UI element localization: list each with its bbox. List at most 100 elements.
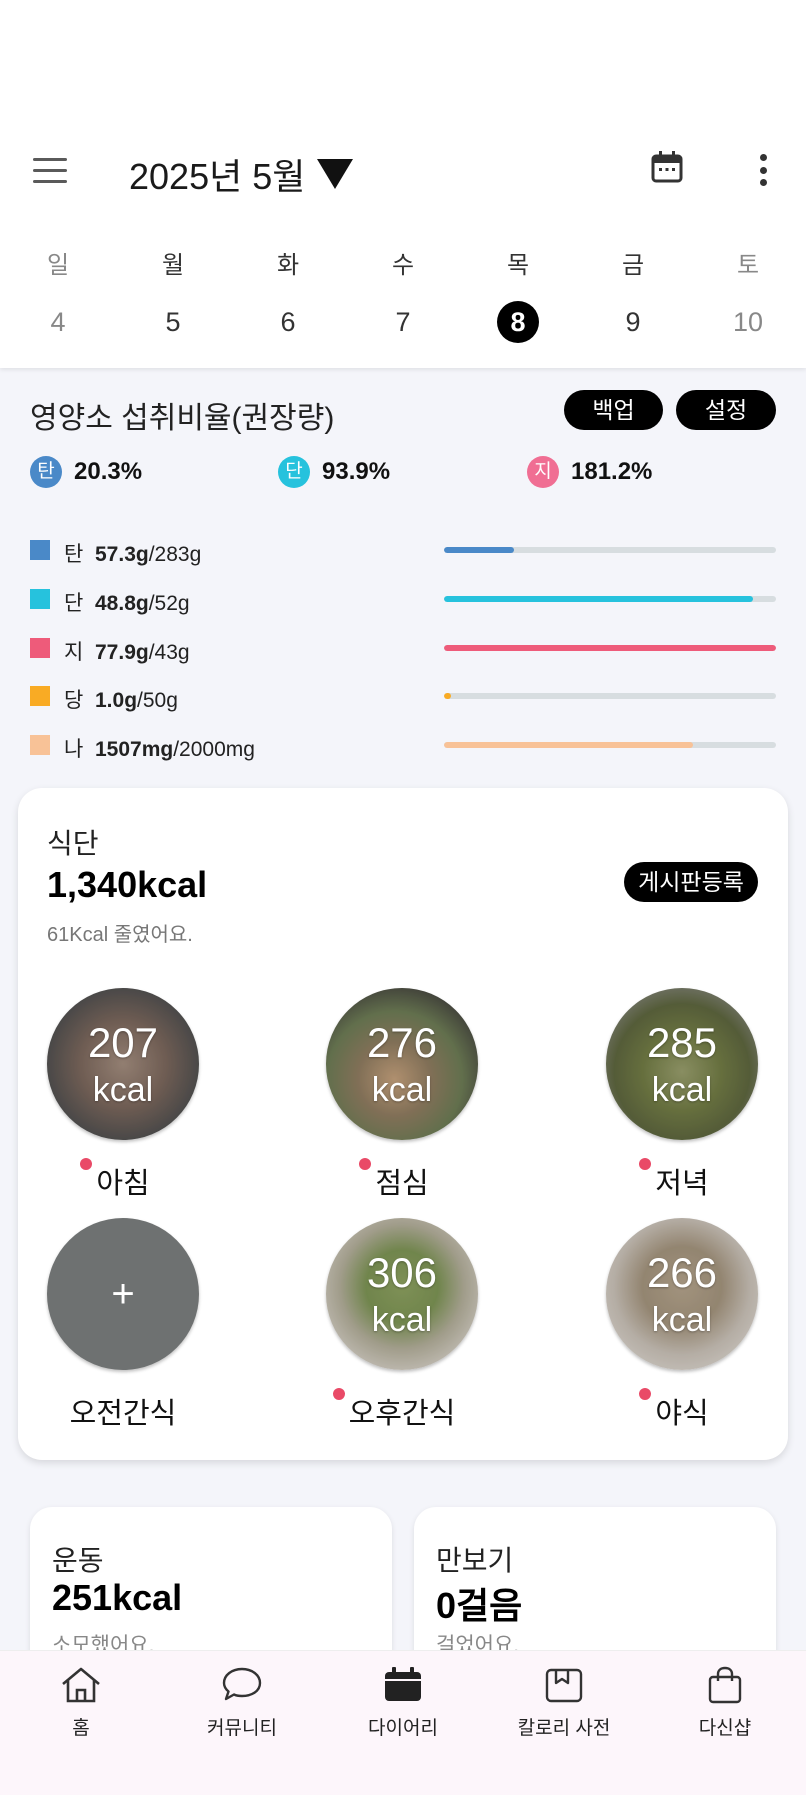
nutrient-row: 나 1507mg/2000mg — [30, 733, 776, 761]
breakfast-photo: 207 kcal — [47, 988, 199, 1140]
afternoon-snack-kcal: 306 — [366, 1249, 438, 1296]
calendar-icon[interactable] — [650, 150, 684, 184]
meal-card: 식단 1,340kcal 61Kcal 줄였어요. 게시판등록 207 kcal… — [18, 788, 788, 1460]
kcal-unit: kcal — [371, 1301, 433, 1339]
nav-label: 다신샵 — [698, 1718, 752, 1739]
dinner-kcal: 285 — [646, 1019, 718, 1066]
recorded-dot-icon — [639, 1158, 652, 1170]
nav-label: 칼로리 사전 — [517, 1718, 611, 1739]
ratio-fat: 지 181.2% — [527, 456, 652, 488]
nutrient-row: 당 1.0g/50g — [30, 684, 776, 712]
hamburger-icon[interactable] — [33, 158, 67, 184]
recorded-dot-icon — [359, 1158, 372, 1170]
more-vertical-icon[interactable] — [748, 150, 778, 190]
meal-breakfast[interactable]: 207 kcal 아침 — [47, 988, 199, 1202]
nav-community[interactable]: 커뮤니티 — [172, 1665, 312, 1740]
ratio-protein: 단 93.9% — [278, 456, 390, 488]
backup-button[interactable]: 백업 — [564, 390, 663, 430]
meal-total-kcal: 1,340kcal — [47, 864, 208, 905]
nutrient-row: 탄 57.3g/283g — [30, 538, 776, 566]
date-cell[interactable]: 9 — [593, 307, 673, 338]
protein-ratio-value: 93.9% — [322, 458, 391, 485]
meal-late-night-snack[interactable]: 266 kcal 야식 — [606, 1218, 758, 1432]
exercise-title: 운동 — [52, 1545, 104, 1576]
nav-label: 커뮤니티 — [207, 1718, 277, 1739]
meal-section-title: 식단 — [47, 828, 99, 859]
nutrient-label: 단 48.8g/52g — [64, 592, 190, 615]
nav-calorie-dictionary[interactable]: 칼로리 사전 — [494, 1665, 634, 1740]
diary-calendar-icon — [385, 1667, 421, 1701]
nutrient-row: 지 77.9g/43g — [30, 636, 776, 664]
top-header: 2025년 5월 일 월 화 수 목 금 토 4 5 6 7 8 9 10 — [0, 0, 806, 368]
date-cell[interactable]: 5 — [133, 307, 213, 338]
meal-morning-snack[interactable]: + 오전간식 — [47, 1218, 199, 1432]
recorded-dot-icon — [332, 1388, 345, 1400]
lunch-kcal: 276 — [366, 1019, 438, 1066]
board-register-button[interactable]: 게시판등록 — [624, 862, 758, 902]
day-of-week: 월 — [161, 252, 185, 279]
meal-afternoon-snack[interactable]: 306 kcal 오후간식 — [326, 1218, 478, 1432]
shopping-bag-icon — [708, 1666, 742, 1704]
meal-name: 점심 — [359, 1158, 429, 1202]
progress-fill — [444, 596, 753, 602]
month-label: 2025년 5월 — [129, 156, 306, 197]
book-icon — [545, 1668, 583, 1703]
pedometer-value: 0걸음 — [436, 1585, 523, 1626]
meal-subtitle: 61Kcal 줄였어요. — [47, 924, 193, 946]
meal-name: 오전간식 — [69, 1398, 177, 1430]
nav-home[interactable]: 홈 — [11, 1665, 151, 1740]
breakfast-kcal: 207 — [87, 1019, 159, 1066]
meal-name: 저녁 — [639, 1158, 709, 1202]
date-cell[interactable]: 4 — [18, 307, 98, 338]
nav-shop[interactable]: 다신샵 — [655, 1665, 795, 1740]
kcal-unit: kcal — [92, 1071, 154, 1109]
selected-date-label: 8 — [497, 301, 539, 343]
progress-fill — [444, 547, 514, 553]
add-meal-button[interactable]: + — [47, 1218, 199, 1370]
day-of-week: 목 — [506, 252, 530, 279]
kcal-unit: kcal — [651, 1301, 713, 1339]
meal-name: 오후간식 — [332, 1388, 455, 1432]
chat-bubble-icon — [222, 1667, 262, 1701]
day-of-week: 토 — [736, 252, 760, 279]
nav-label: 홈 — [72, 1718, 90, 1739]
ratio-carbs: 탄 20.3% — [30, 456, 142, 488]
color-swatch — [30, 540, 50, 560]
progress-track — [444, 693, 776, 699]
meal-dinner[interactable]: 285 kcal 저녁 — [606, 988, 758, 1202]
day-of-week: 화 — [276, 252, 300, 279]
late-night-snack-photo: 266 kcal — [606, 1218, 758, 1370]
nutrient-label: 당 1.0g/50g — [64, 689, 178, 712]
meal-name: 아침 — [80, 1158, 150, 1202]
nav-diary[interactable]: 다이어리 — [333, 1665, 473, 1740]
progress-fill — [444, 645, 776, 651]
color-swatch — [30, 735, 50, 755]
progress-track — [444, 547, 776, 553]
meal-lunch[interactable]: 276 kcal 점심 — [326, 988, 478, 1202]
color-swatch — [30, 638, 50, 658]
day-of-week: 수 — [391, 252, 415, 279]
progress-fill — [444, 742, 693, 748]
color-swatch — [30, 589, 50, 609]
bottom-navigation: 홈 커뮤니티 다이어리 칼로리 사전 다신샵 — [0, 1650, 806, 1795]
date-cell[interactable]: 10 — [708, 307, 788, 338]
date-cell[interactable]: 6 — [248, 307, 328, 338]
nutrient-label: 나 1507mg/2000mg — [64, 738, 255, 761]
nutrition-title: 영양소 섭취비율(권장량) — [30, 402, 335, 435]
date-cell[interactable]: 7 — [363, 307, 443, 338]
nutrient-label: 지 77.9g/43g — [64, 641, 190, 664]
nav-label: 다이어리 — [368, 1718, 438, 1739]
pedometer-title: 만보기 — [436, 1545, 514, 1576]
settings-button[interactable]: 설정 — [676, 390, 776, 430]
color-swatch — [30, 686, 50, 706]
exercise-value: 251kcal — [52, 1577, 183, 1618]
month-selector[interactable]: 2025년 5월 — [129, 148, 354, 200]
carbs-ratio-value: 20.3% — [74, 458, 143, 485]
nutrient-row: 단 48.8g/52g — [30, 587, 776, 615]
home-icon — [62, 1667, 100, 1703]
progress-track — [444, 742, 776, 748]
afternoon-snack-photo: 306 kcal — [326, 1218, 478, 1370]
date-cell-selected[interactable]: 8 — [478, 301, 558, 343]
fat-badge: 지 — [527, 456, 559, 488]
recorded-dot-icon — [80, 1158, 93, 1170]
